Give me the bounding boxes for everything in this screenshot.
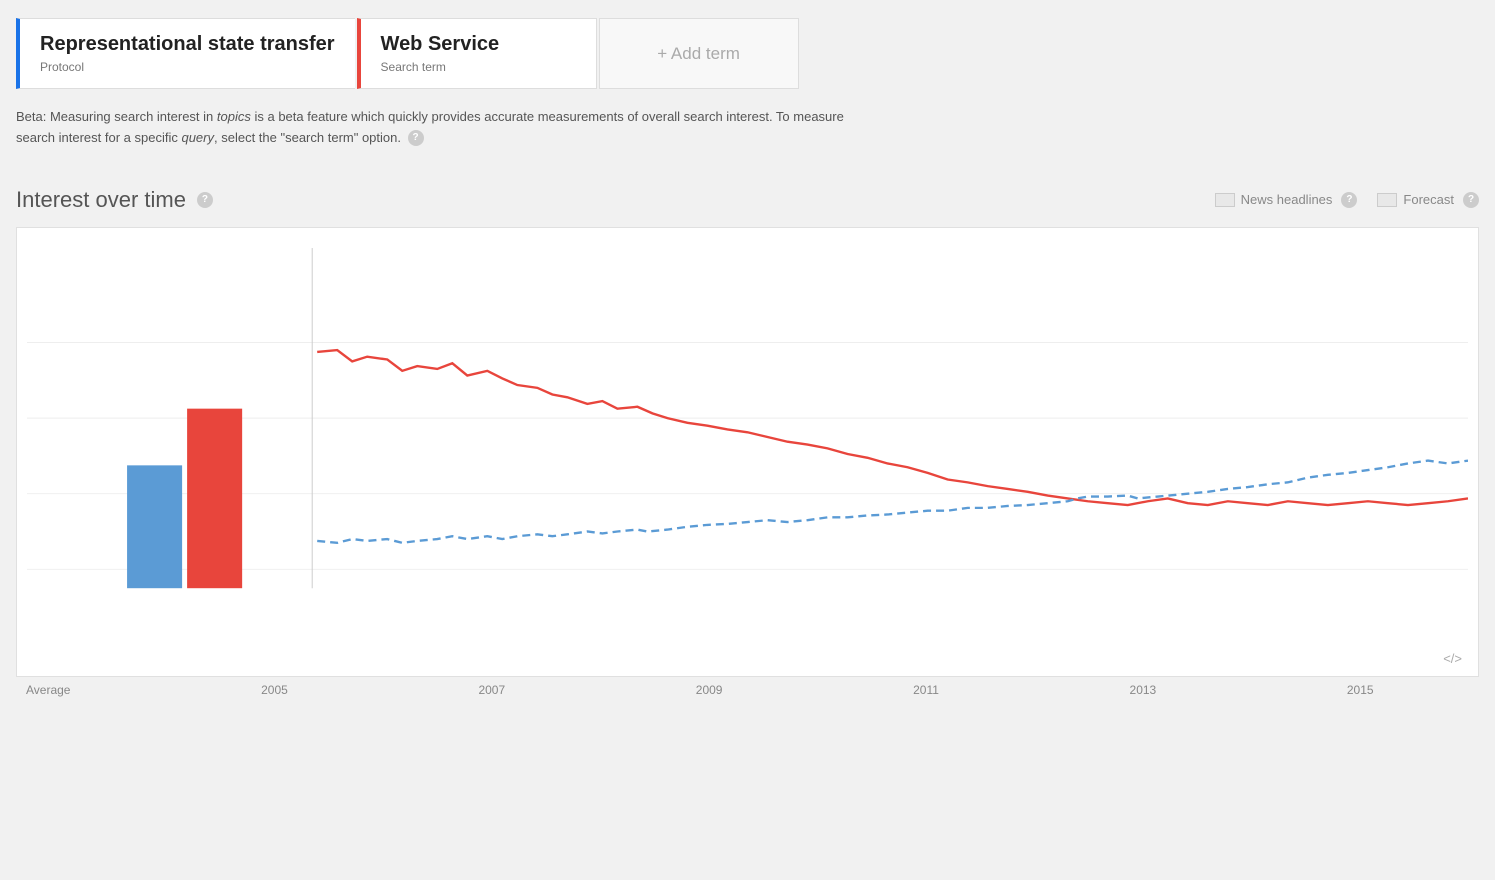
red-line xyxy=(317,350,1468,505)
section-title-group: Interest over time ? xyxy=(16,187,213,213)
add-term-button[interactable]: + Add term xyxy=(599,18,799,89)
section-help-icon[interactable]: ? xyxy=(197,192,213,208)
terms-bar: Representational state transfer Protocol… xyxy=(0,0,1495,89)
x-label-2005: 2005 xyxy=(261,683,288,697)
beta-italic1: topics xyxy=(217,109,251,124)
add-term-label: + Add term xyxy=(657,44,740,64)
section-header: Interest over time ? News headlines ? Fo… xyxy=(0,157,1495,227)
term-card-2[interactable]: Web Service Search term xyxy=(357,18,597,89)
beta-italic2: query xyxy=(181,130,214,145)
term2-title: Web Service xyxy=(381,33,576,56)
forecast-label: Forecast xyxy=(1403,192,1454,207)
term-card-1[interactable]: Representational state transfer Protocol xyxy=(16,18,355,89)
embed-icon[interactable]: </> xyxy=(1443,651,1462,666)
forecast-legend: Forecast ? xyxy=(1377,192,1479,208)
forecast-help-icon[interactable]: ? xyxy=(1463,192,1479,208)
x-label-2007: 2007 xyxy=(478,683,505,697)
chart-inner xyxy=(27,248,1468,626)
beta-notice: Beta: Measuring search interest in topic… xyxy=(0,89,900,157)
x-label-2009: 2009 xyxy=(696,683,723,697)
term1-subtitle: Protocol xyxy=(40,60,335,74)
beta-prefix: Beta: Measuring search interest in xyxy=(16,109,217,124)
news-help-icon[interactable]: ? xyxy=(1341,192,1357,208)
x-axis: Average 2005 2007 2009 2011 2013 2015 xyxy=(16,677,1479,697)
beta-help-icon[interactable]: ? xyxy=(408,130,424,146)
avg-bar-red xyxy=(187,408,242,588)
term2-subtitle: Search term xyxy=(381,60,576,74)
news-headlines-legend: News headlines ? xyxy=(1215,192,1358,208)
section-title: Interest over time xyxy=(16,187,186,213)
term1-title: Representational state transfer xyxy=(40,33,335,56)
x-label-avg: Average xyxy=(26,683,70,697)
news-headlines-label: News headlines xyxy=(1241,192,1333,207)
news-headlines-box xyxy=(1215,193,1235,207)
avg-bar-blue xyxy=(127,465,182,588)
chart-svg xyxy=(27,248,1468,626)
forecast-box xyxy=(1377,193,1397,207)
x-label-2015: 2015 xyxy=(1347,683,1374,697)
chart-container: </> xyxy=(16,227,1479,677)
beta-suffix: , select the "search term" option. xyxy=(214,130,401,145)
legend-group: News headlines ? Forecast ? xyxy=(1215,192,1479,208)
x-label-2013: 2013 xyxy=(1130,683,1157,697)
x-label-2011: 2011 xyxy=(913,683,939,697)
